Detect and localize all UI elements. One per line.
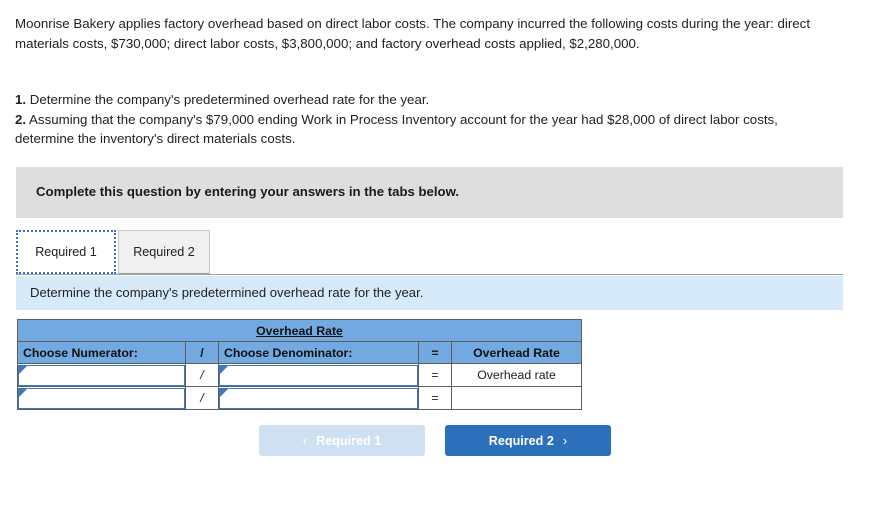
header-choose-numerator: Choose Numerator: <box>17 341 186 364</box>
denominator-cell-row-2[interactable] <box>218 386 419 410</box>
table-title-cell: Overhead Rate <box>17 319 582 342</box>
requirements-list: 1. Determine the company's predetermined… <box>15 90 825 149</box>
header-choose-denominator: Choose Denominator: <box>218 341 419 364</box>
requirement-2-text: Assuming that the company's $79,000 endi… <box>15 111 778 147</box>
chevron-right-icon: › <box>562 433 568 448</box>
dropdown-triangle-icon <box>19 365 27 374</box>
overhead-rate-cell-row-2 <box>451 386 582 410</box>
overhead-rate-cell-row-1: Overhead rate <box>451 363 582 387</box>
overhead-rate-table: Overhead Rate Choose Numerator: / Choose… <box>17 319 582 410</box>
tab-required-2-label: Required 2 <box>133 245 195 259</box>
complete-question-banner-text: Complete this question by entering your … <box>36 184 460 199</box>
numerator-cell-row-1[interactable] <box>17 363 186 387</box>
dropdown-triangle-icon <box>220 388 228 397</box>
denominator-dropdown-row-1[interactable] <box>219 364 418 386</box>
tab-strip-divider <box>16 274 843 275</box>
chevron-left-icon: ‹ <box>302 433 308 448</box>
numerator-dropdown-row-1[interactable] <box>18 364 185 386</box>
problem-statement: Moonrise Bakery applies factory overhead… <box>15 14 835 53</box>
numerator-cell-row-2[interactable] <box>17 386 186 410</box>
requirement-item-2: 2. Assuming that the company's $79,000 e… <box>15 110 825 149</box>
table-row: / = <box>17 386 582 410</box>
prev-required-1-label: Required 1 <box>316 433 382 448</box>
header-overhead-rate: Overhead Rate <box>451 341 582 364</box>
table-row: / = Overhead rate <box>17 363 582 387</box>
requirement-1-text: Determine the company's predetermined ov… <box>26 92 430 107</box>
denominator-dropdown-row-2[interactable] <box>219 387 418 409</box>
slash-cell-row-2: / <box>185 386 219 410</box>
table-title-row: Overhead Rate <box>17 319 582 342</box>
navigation-buttons: ‹ Required 1 Required 2 › <box>259 425 611 456</box>
equals-cell-row-2: = <box>418 386 452 410</box>
table-header-row: Choose Numerator: / Choose Denominator: … <box>17 341 582 364</box>
denominator-cell-row-1[interactable] <box>218 363 419 387</box>
table-title-text: Overhead Rate <box>256 323 343 338</box>
tab-instruction-bar: Determine the company's predetermined ov… <box>16 276 843 310</box>
header-equals: = <box>418 341 452 364</box>
equals-cell-row-1: = <box>418 363 452 387</box>
requirement-2-number: 2. <box>15 111 27 127</box>
complete-question-banner: Complete this question by entering your … <box>16 167 843 218</box>
next-required-2-button[interactable]: Required 2 › <box>445 425 611 456</box>
header-slash: / <box>185 341 219 364</box>
tab-required-2[interactable]: Required 2 <box>118 230 210 274</box>
prev-required-1-button[interactable]: ‹ Required 1 <box>259 425 425 456</box>
tab-required-1-label: Required 1 <box>35 245 97 259</box>
slash-cell-row-1: / <box>185 363 219 387</box>
requirement-1-number: 1. <box>15 92 27 107</box>
numerator-dropdown-row-2[interactable] <box>18 387 185 409</box>
requirement-item-1: 1. Determine the company's predetermined… <box>15 90 825 110</box>
problem-statement-text: Moonrise Bakery applies factory overhead… <box>15 16 811 51</box>
dropdown-triangle-icon <box>220 365 228 374</box>
tab-required-1[interactable]: Required 1 <box>16 230 116 274</box>
next-required-2-label: Required 2 <box>488 433 554 448</box>
tab-strip: Required 1 Required 2 <box>16 230 843 275</box>
tab-instruction-text: Determine the company's predetermined ov… <box>30 285 424 300</box>
dropdown-triangle-icon <box>19 388 27 397</box>
